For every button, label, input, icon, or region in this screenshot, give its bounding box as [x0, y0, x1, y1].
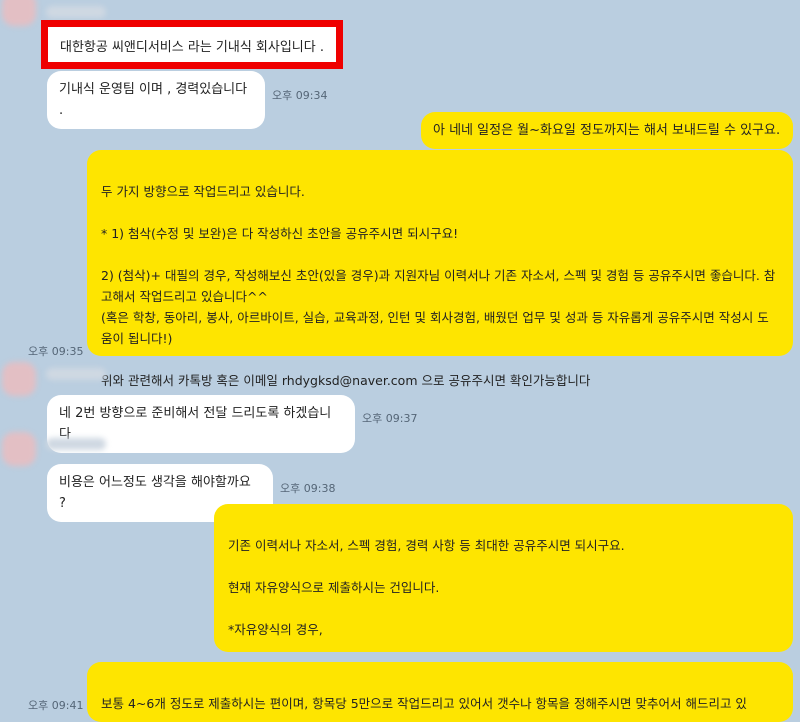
sender-avatar[interactable]: [2, 362, 36, 396]
sender-avatar[interactable]: [2, 432, 36, 466]
message-timestamp: 오후 09:37: [362, 412, 418, 425]
sender-name: [46, 438, 106, 450]
message-text: 보통 4~6개 정도로 제출하시는 편이며, 항목당 5만으로 작업드리고 있어…: [101, 696, 747, 711]
message-timestamp: 오후 09:34: [272, 89, 328, 102]
sender-name: [46, 368, 106, 380]
message-text: 아 네네 일정은 월~화요일 정도까지는 해서 보내드릴 수 있구요.: [433, 123, 781, 138]
message-timestamp: 오후 09:41: [28, 699, 84, 712]
message-timestamp: 오후 09:38: [280, 482, 336, 495]
message-timestamp: 오후 09:35: [28, 345, 84, 358]
message-text: 두 가지 방향으로 작업드리고 있습니다. * 1) 첨삭(수정 및 보완)은 …: [101, 184, 776, 388]
sender-avatar[interactable]: [2, 0, 36, 26]
message-text: 기존 이력서나 자소서, 스펙 경험, 경력 사항 등 최대한 공유주시면 되시…: [228, 538, 763, 679]
message-bubble-outgoing: 기존 이력서나 자소서, 스펙 경험, 경력 사항 등 최대한 공유주시면 되시…: [214, 504, 793, 679]
message-bubble-outgoing: 두 가지 방향으로 작업드리고 있습니다. * 1) 첨삭(수정 및 보완)은 …: [87, 150, 793, 388]
message-text: 네 2번 방향으로 준비해서 전달 드리도록 하겠습니다: [59, 406, 332, 442]
message-bubble-outgoing: 아 네네 일정은 월~화요일 정도까지는 해서 보내드릴 수 있구요.: [421, 112, 793, 149]
sender-name: [46, 6, 106, 18]
message-bubble-incoming: 기내식 운영팀 이며 , 경력있습니다 .: [47, 71, 265, 129]
highlighted-message-bubble: 대한항공 씨앤디서비스 라는 기내식 회사입니다 .: [41, 20, 343, 69]
message-bubble-outgoing: 보통 4~6개 정도로 제출하시는 편이며, 항목당 5만으로 작업드리고 있어…: [87, 662, 793, 722]
message-text: 기내식 운영팀 이며 , 경력있습니다 .: [59, 82, 248, 118]
message-text: 대한항공 씨앤디서비스 라는 기내식 회사입니다 .: [60, 40, 324, 55]
